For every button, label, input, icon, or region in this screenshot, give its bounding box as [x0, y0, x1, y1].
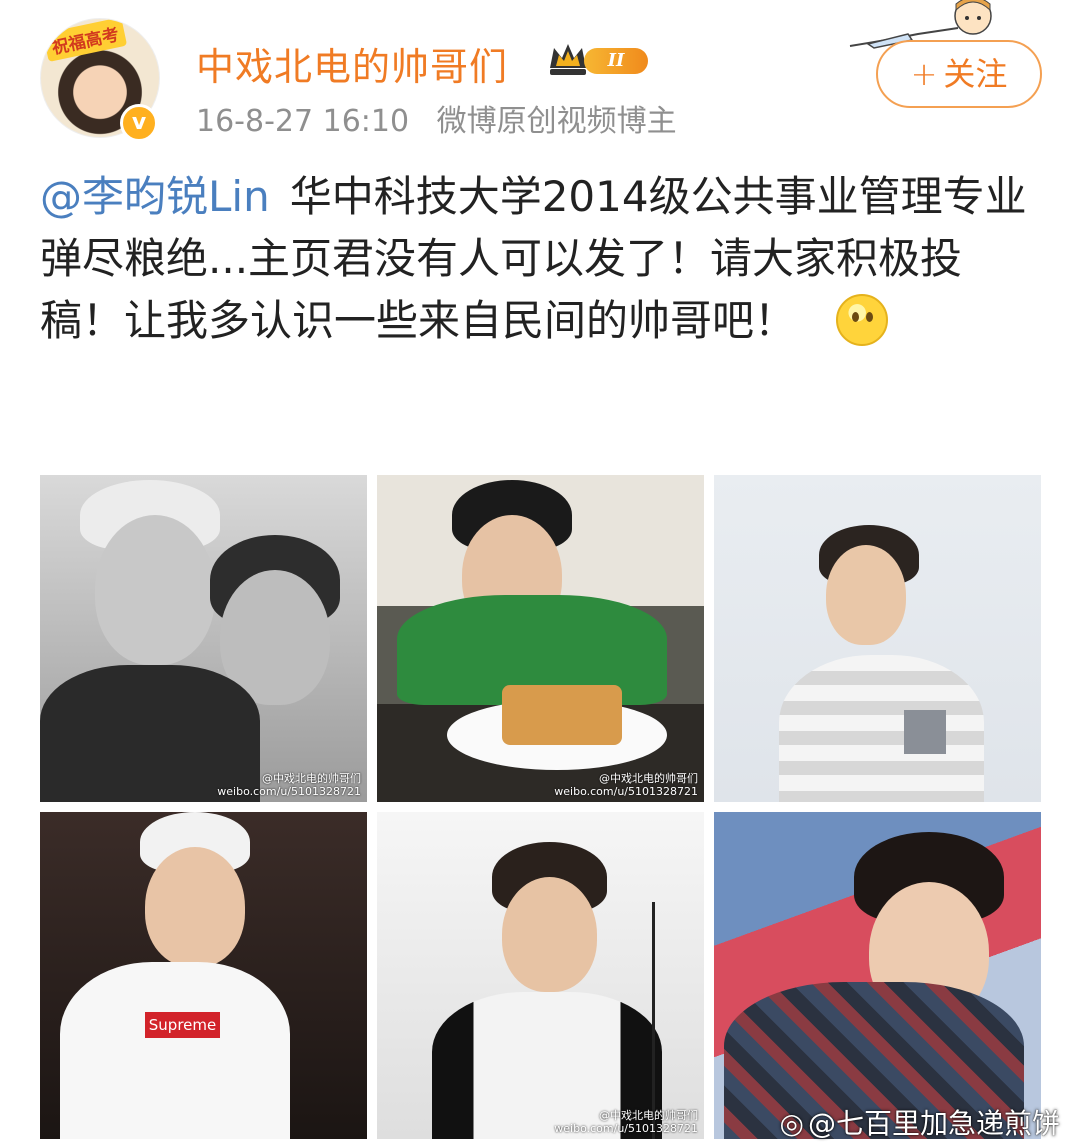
face-left [95, 515, 215, 665]
follow-button[interactable]: + 关注 [876, 40, 1042, 108]
plus-icon: + [910, 55, 938, 93]
username[interactable]: 中戏北电的帅哥们 [196, 36, 508, 91]
white-shirt [60, 962, 290, 1139]
photo-1[interactable]: @中戏北电的帅哥们 weibo.com/u/5101328721 [40, 475, 367, 802]
photo-2[interactable]: @中戏北电的帅哥们 weibo.com/u/5101328721 [377, 475, 704, 802]
photo-watermark: @中戏北电的帅哥们 weibo.com/u/5101328721 [554, 1109, 698, 1135]
face [826, 545, 906, 645]
toast [502, 685, 622, 745]
avatar-ribbon: 祝福高考 [42, 19, 128, 62]
post-source: 微博原创视频博主 [436, 104, 677, 139]
face [145, 847, 245, 967]
thinking-emoji-icon [836, 293, 889, 346]
photo-3[interactable] [714, 475, 1041, 802]
photo-4[interactable]: Supreme [40, 812, 367, 1139]
post-text: @李昀锐Lin 华中科技大学2014级公共事业管理专业 弹尽粮绝...主页君没有人… [40, 166, 1040, 352]
footer-watermark: ◎ @七百里加急递煎饼 [780, 1102, 1060, 1142]
footer-watermark-text: @七百里加急递煎饼 [807, 1107, 1060, 1140]
face [502, 877, 597, 992]
photo-watermark: @中戏北电的帅哥们 weibo.com/u/5101328721 [554, 772, 698, 798]
light-stand [652, 902, 682, 1139]
post-date: 16-8-27 16:10 [196, 104, 410, 139]
verified-badge: v [120, 104, 158, 142]
shirt-logo: Supreme [145, 1012, 220, 1038]
photo-6[interactable] [714, 812, 1041, 1139]
level-badge[interactable]: II [546, 38, 650, 78]
photo-grid: @中戏北电的帅哥们 weibo.com/u/5101328721 @中戏北电的帅… [40, 475, 1042, 1141]
striped-shirt [779, 655, 984, 802]
photo-5[interactable]: @中戏北电的帅哥们 weibo.com/u/5101328721 [377, 812, 704, 1139]
photo-watermark: @中戏北电的帅哥们 weibo.com/u/5101328721 [217, 772, 361, 798]
pocket [904, 710, 946, 754]
level-label: II [584, 48, 648, 74]
follow-label: 关注 [943, 55, 1008, 93]
post-meta: 16-8-27 16:10 微博原创视频博主 [196, 96, 677, 140]
mention-link[interactable]: @李昀锐Lin [40, 172, 270, 221]
weibo-icon: ◎ [779, 1107, 804, 1140]
